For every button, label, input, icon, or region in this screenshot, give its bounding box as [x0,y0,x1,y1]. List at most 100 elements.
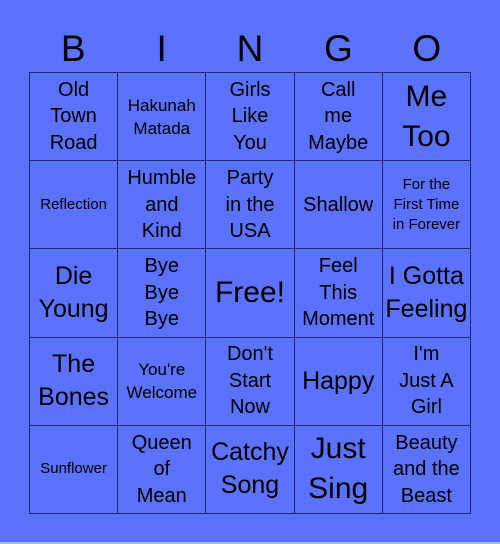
bingo-cell[interactable]: The Bones [30,337,119,426]
cell-label: Me Too [402,77,450,157]
bingo-cell[interactable]: Reflection [30,161,119,250]
cell-label-line: Bye [144,308,180,331]
cell-label-line: Catchy [211,438,289,467]
cell-label-line: Town [50,105,97,128]
cell-label-line: in the [225,193,275,216]
cell-label: Bye Bye Bye [145,253,179,333]
cell-label: Don't Start Now [227,341,273,421]
cell-label: Party in the USA [226,165,275,245]
cell-label-line: Hakunah [127,95,196,115]
cell-label-line: Mean [136,484,187,507]
bingo-cell[interactable]: Hakunah Matada [118,73,207,162]
cell-label-line: Bye [144,255,180,278]
bingo-cell[interactable]: Don't Start Now [206,337,295,426]
header-letter-i: I [156,28,167,69]
cell-label: Shallow [303,192,373,219]
cell-label-line: Girl [410,396,442,419]
header-letter-b: B [60,28,86,69]
cell-label-line: Beast [400,484,452,507]
cell-label: Queen of Mean [132,430,192,510]
cell-label-line: Too [402,119,451,153]
bingo-cell[interactable]: Just Sing [294,425,383,514]
bingo-cell[interactable]: Feel This Moment [294,249,383,338]
cell-label: You're Welcome [127,358,198,404]
cell-label: Sunflower [40,459,107,479]
cell-label-line: Moment [302,308,375,331]
cell-label-line: Song [220,471,280,500]
cell-label-line: Like [231,105,269,128]
free-space-cell[interactable]: Free! [206,249,295,338]
cell-label: I'm Just A Girl [399,341,453,421]
cell-label-line: I Gotta [388,261,464,290]
cell-label-line: Party [226,167,274,190]
cell-label: I Gotta Feeling [385,260,467,326]
cell-label-line: Just [310,432,366,466]
bingo-cell[interactable]: Shallow [294,161,383,250]
cell-label: Old Town Road [50,77,98,157]
cell-label-line: Bye [144,281,180,304]
cell-label-line: Beauty [395,431,458,454]
cell-label-line: in Forever [392,215,461,233]
cell-label-line: Don't [226,343,274,366]
cell-label-line: You [233,131,267,154]
bingo-cell[interactable]: Sunflower [30,425,119,514]
cell-label-line: You're [138,360,186,380]
bingo-card: Old Town Road Hakunah Matada Girls Like You C… [29,72,471,514]
cell-label-line: First Time [393,195,460,213]
cell-label: Hakunah Matada [128,94,196,140]
cell-label-line: I'm [413,343,440,366]
bingo-cell[interactable]: Girls Like You [206,73,295,162]
bingo-cell[interactable]: Call me Maybe [294,73,383,162]
bingo-cell[interactable]: I'm Just A Girl [382,337,471,426]
cell-label-line: Kind [141,220,182,243]
bingo-cell[interactable]: Beauty and the Beast [382,425,471,514]
bingo-cell[interactable]: Die Young [30,249,119,338]
cell-label-line: Me [405,79,448,113]
cell-label-line: Reflection [40,195,107,213]
cell-label-line: Matada [133,118,191,138]
bingo-cell[interactable]: Catchy Song [206,425,295,514]
cell-label: Call me Maybe [308,77,368,157]
bingo-cell[interactable]: Humble and Kind [118,161,207,250]
cell-label-line: and the [393,458,460,481]
bingo-cell[interactable]: Party in the USA [206,161,295,250]
cell-label-line: For the [402,175,451,193]
cell-label-line: of [153,458,171,481]
cell-label: Beauty and the Beast [393,430,460,510]
cell-label-line: me [324,105,353,128]
cell-label-line: Maybe [308,131,369,154]
cell-label-line: USA [229,220,271,243]
cell-label-line: The [52,350,96,379]
cell-label-line: Sunflower [40,460,107,478]
bingo-header: B I N G O [29,26,471,72]
bingo-cell[interactable]: Me Too [382,73,471,162]
cell-label: For the First Time in Forever [393,175,461,235]
header-letter-g: G [324,28,353,69]
cell-label: The Bones [38,348,109,414]
cell-label-line: Call [320,78,356,101]
cell-label-line: Bones [38,383,110,412]
cell-label-line: Die [54,261,93,290]
cell-label: Happy [302,365,374,398]
cell-label: Humble and Kind [127,165,196,245]
cell-label: Catchy Song [211,436,289,502]
bingo-cell[interactable]: For the First Time in Forever [382,161,471,250]
cell-label-line: Queen [131,431,192,454]
cell-label: Just Sing [308,429,368,509]
bingo-cell[interactable]: Queen of Mean [118,425,207,514]
cell-label-line: Happy [302,366,375,395]
cell-label: Die Young [39,260,109,326]
bingo-cell[interactable]: Old Town Road [30,73,119,162]
bingo-cell[interactable]: You're Welcome [118,337,207,426]
cell-label-line: Young [38,294,109,323]
cell-label-line: Sing [308,472,369,506]
header-letter-o: O [412,28,442,69]
cell-label: Reflection [40,195,107,215]
bingo-cell[interactable]: I Gotta Feeling [382,249,471,338]
bingo-cell[interactable]: Happy [294,337,383,426]
cell-label-line: Just A [399,369,454,392]
header-letter-n: N [236,28,264,69]
bingo-cell[interactable]: Bye Bye Bye [118,249,207,338]
cell-label-line: Welcome [126,383,198,403]
cell-label-line: This [319,281,358,304]
